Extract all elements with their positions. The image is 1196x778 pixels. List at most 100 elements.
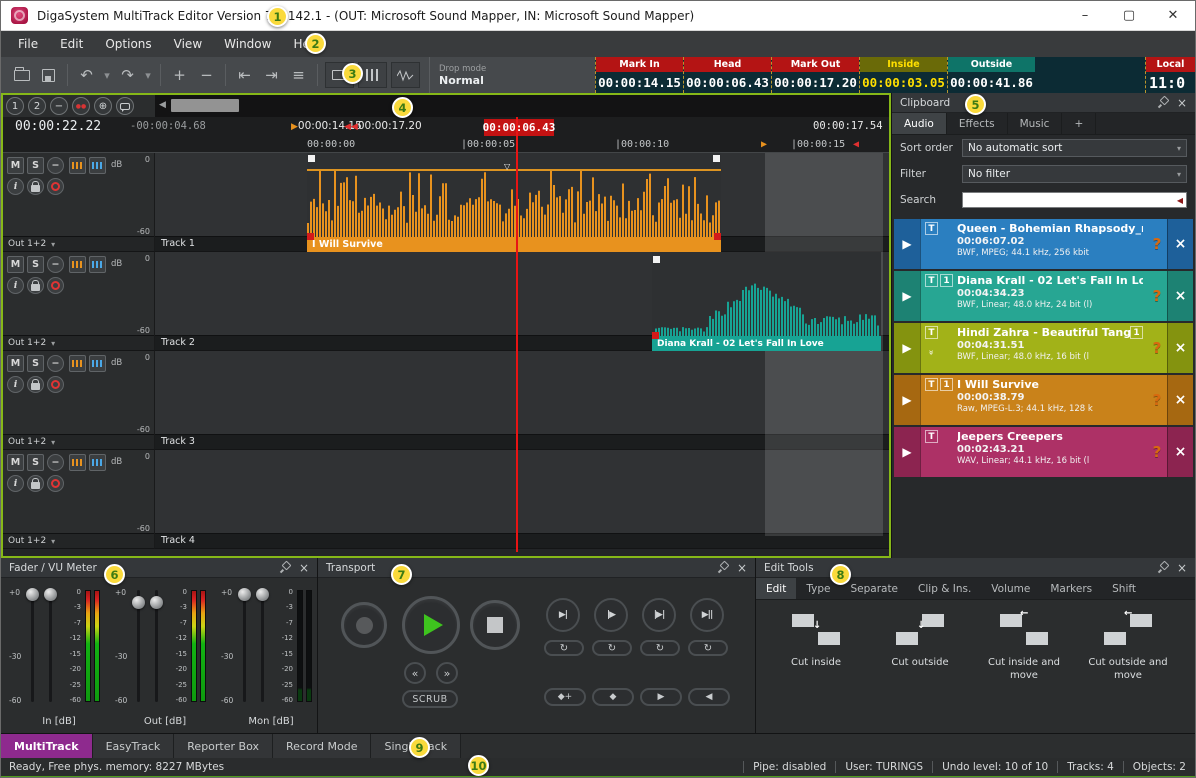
ripple-icon[interactable]: ≡: [286, 63, 311, 88]
search-input[interactable]: [963, 193, 1177, 207]
meter-orange-icon[interactable]: [69, 157, 86, 174]
pin-icon[interactable]: [1157, 97, 1168, 108]
entry-close-button[interactable]: ×: [1167, 219, 1193, 269]
lock-button[interactable]: [27, 277, 44, 294]
timeline-scrollbar[interactable]: ◀: [155, 95, 889, 117]
clipboard-entry[interactable]: ▶ T 1 I Will Survive 00:00:38.79 Raw, MP…: [894, 375, 1193, 425]
output-select[interactable]: Out 1+2▾: [3, 335, 154, 350]
play-from-start-button[interactable]: |▶: [594, 598, 628, 632]
tab-record-mode[interactable]: Record Mode: [273, 734, 371, 758]
waveform-view-icon[interactable]: [391, 62, 420, 88]
clip-title-bar[interactable]: I Will Survive: [307, 237, 721, 252]
meter-blue-icon[interactable]: [89, 157, 106, 174]
solo-button[interactable]: S: [27, 355, 44, 372]
time-field-mark-out[interactable]: Mark Out 00:00:17.20: [771, 57, 859, 93]
minimize-button[interactable]: –: [1063, 1, 1107, 30]
pin-icon[interactable]: [279, 562, 290, 573]
close-button[interactable]: ✕: [1151, 1, 1195, 30]
snap-right-icon[interactable]: ⇥: [259, 63, 284, 88]
minimize-track-button[interactable]: −: [47, 355, 64, 372]
fader-knob[interactable]: [238, 588, 251, 601]
lock-button[interactable]: [27, 178, 44, 195]
info-button[interactable]: i: [7, 376, 24, 393]
menu-view[interactable]: View: [163, 31, 213, 57]
play-button[interactable]: [402, 596, 460, 654]
record-arm-button[interactable]: [47, 178, 64, 195]
minimize-track-button[interactable]: −: [47, 157, 64, 174]
entry-play-button[interactable]: ▶: [894, 219, 920, 269]
time-field-local[interactable]: Local 11:0: [1145, 57, 1195, 93]
filter-select[interactable]: No filter▾: [962, 165, 1187, 183]
time-field-inside[interactable]: Inside 00:00:03.05: [859, 57, 947, 93]
play-to-end-button[interactable]: ▶|: [546, 598, 580, 632]
layout-2-button[interactable]: 2: [28, 97, 46, 115]
entry-play-button[interactable]: ▶: [894, 323, 920, 373]
entry-close-button[interactable]: ×: [1167, 427, 1193, 477]
meter-orange-icon[interactable]: [69, 355, 86, 372]
solo-button[interactable]: S: [27, 454, 44, 471]
save-icon[interactable]: [36, 63, 61, 88]
tab-clip-ins[interactable]: Clip & Ins.: [908, 578, 981, 599]
solo-button[interactable]: S: [27, 157, 44, 174]
cut-outside-move-button[interactable]: ← Cut outside and move: [1078, 610, 1178, 682]
snap-left-icon[interactable]: ⇤: [232, 63, 257, 88]
entry-question-icon[interactable]: ?: [1147, 323, 1167, 373]
clip-left-handle[interactable]: [307, 233, 314, 240]
cut-outside-button[interactable]: ↓ Cut outside: [870, 610, 970, 670]
info-button[interactable]: i: [7, 277, 24, 294]
entry-play-button[interactable]: ▶: [894, 375, 920, 425]
tab-effects[interactable]: Effects: [947, 113, 1008, 134]
info-button[interactable]: i: [7, 475, 24, 492]
record-indicator-button[interactable]: ●●: [72, 97, 90, 115]
tab-markers[interactable]: Markers: [1040, 578, 1102, 599]
meter-blue-icon[interactable]: [89, 454, 106, 471]
tab-audio[interactable]: Audio: [892, 113, 947, 134]
clipboard-entry[interactable]: ▶ T Queen - Bohemian Rhapsody_mp 00:06:0…: [894, 219, 1193, 269]
scrub-button[interactable]: SCRUB: [402, 690, 458, 708]
tab-volume[interactable]: Volume: [981, 578, 1040, 599]
redo-dropdown-icon[interactable]: ▾: [142, 63, 154, 88]
menu-edit[interactable]: Edit: [49, 31, 94, 57]
loop-button[interactable]: ↻: [640, 640, 680, 656]
mute-button[interactable]: M: [7, 256, 24, 273]
loop-button[interactable]: ↻: [544, 640, 584, 656]
entry-play-button[interactable]: ▶: [894, 271, 920, 321]
maximize-button[interactable]: ▢: [1107, 1, 1151, 30]
info-button[interactable]: i: [7, 178, 24, 195]
prev-marker-button[interactable]: ◀: [688, 688, 730, 706]
fader-knob[interactable]: [256, 588, 269, 601]
meter-blue-icon[interactable]: [89, 256, 106, 273]
entry-question-icon[interactable]: ?: [1147, 427, 1167, 477]
solo-button[interactable]: S: [27, 256, 44, 273]
clipboard-entry[interactable]: ▶ T 1 » Hindi Zahra - Beautiful Tang 00:…: [894, 323, 1193, 373]
stop-button[interactable]: [470, 600, 520, 650]
entry-question-icon[interactable]: ?: [1147, 271, 1167, 321]
output-select[interactable]: Out 1+2▾: [3, 434, 154, 449]
menu-options[interactable]: Options: [94, 31, 162, 57]
time-ruler[interactable]: 00:00:00 |00:00:05 |00:00:10 |00:00:15 ▶…: [3, 137, 889, 153]
fader-knob[interactable]: [44, 588, 57, 601]
tab-multitrack[interactable]: MultiTrack: [1, 734, 93, 758]
zoom-icon[interactable]: ⊕: [94, 97, 112, 115]
rewind-button[interactable]: «: [404, 662, 426, 684]
selection-handle[interactable]: [653, 256, 660, 263]
open-icon[interactable]: [9, 63, 34, 88]
pin-icon[interactable]: [1157, 562, 1168, 573]
close-icon[interactable]: ×: [299, 562, 309, 574]
tab-add[interactable]: +: [1062, 113, 1096, 134]
undo-dropdown-icon[interactable]: ▾: [101, 63, 113, 88]
cut-inside-move-button[interactable]: ← Cut inside and move: [974, 610, 1074, 682]
forward-button[interactable]: »: [436, 662, 458, 684]
time-field-mark-in[interactable]: Mark In 00:00:14.15: [595, 57, 683, 93]
clipboard-entry[interactable]: ▶ T 1 Diana Krall - 02 Let's Fall In Lo …: [894, 271, 1193, 321]
next-marker-button[interactable]: ▶: [640, 688, 682, 706]
selection-handle[interactable]: [308, 155, 315, 162]
lock-button[interactable]: [27, 475, 44, 492]
pin-icon[interactable]: [717, 562, 728, 573]
comment-icon[interactable]: [116, 97, 134, 115]
drop-mode-control[interactable]: Drop mode Normal: [429, 57, 491, 93]
cut-inside-button[interactable]: ↓ Cut inside: [766, 610, 866, 670]
entry-close-button[interactable]: ×: [1167, 375, 1193, 425]
record-arm-button[interactable]: [47, 475, 64, 492]
time-field-head[interactable]: Head 00:00:06.43: [683, 57, 771, 93]
